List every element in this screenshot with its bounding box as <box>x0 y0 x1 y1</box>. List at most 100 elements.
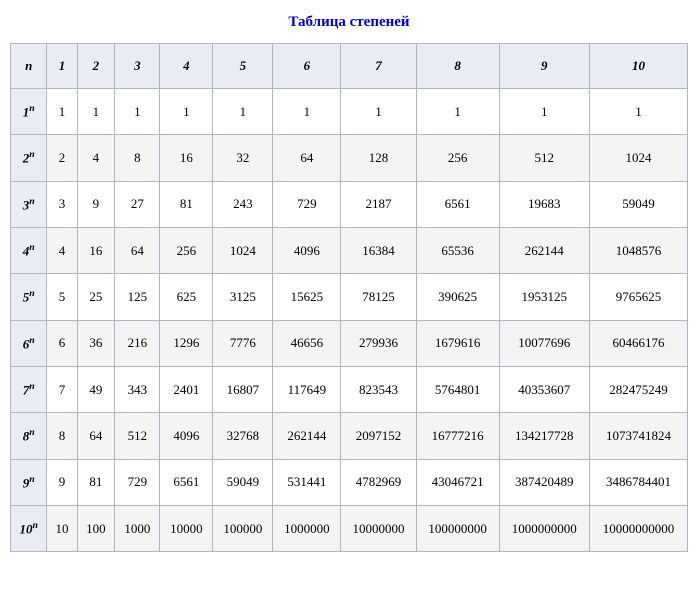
cell-value: 1024 <box>589 135 687 181</box>
cell-value: 4 <box>77 135 115 181</box>
row-exponent: n <box>29 103 34 114</box>
cell-value: 64 <box>273 135 341 181</box>
cell-value: 1073741824 <box>589 413 687 459</box>
cell-value: 216 <box>115 320 160 366</box>
header-col: 9 <box>499 44 589 89</box>
cell-value: 3486784401 <box>589 459 687 505</box>
powers-table: n 1 2 3 4 5 6 7 8 9 10 1n11111111112n248… <box>10 43 688 552</box>
cell-value: 279936 <box>341 320 416 366</box>
cell-value: 6561 <box>160 459 213 505</box>
cell-value: 1 <box>47 89 77 135</box>
cell-value: 262144 <box>499 227 589 273</box>
cell-value: 3 <box>47 181 77 227</box>
page-title: Таблица степеней <box>10 14 688 31</box>
row-header: 1n <box>11 89 47 135</box>
cell-value: 43046721 <box>416 459 499 505</box>
row-header: 7n <box>11 366 47 412</box>
cell-value: 32768 <box>213 413 273 459</box>
cell-value: 1000000 <box>273 505 341 551</box>
cell-value: 1 <box>589 89 687 135</box>
cell-value: 1 <box>416 89 499 135</box>
cell-value: 60466176 <box>589 320 687 366</box>
cell-value: 7 <box>47 366 77 412</box>
row-exponent: n <box>29 427 34 438</box>
cell-value: 4096 <box>273 227 341 273</box>
cell-value: 1 <box>77 89 115 135</box>
cell-value: 1296 <box>160 320 213 366</box>
row-exponent: n <box>29 335 34 346</box>
cell-value: 1679616 <box>416 320 499 366</box>
cell-value: 4 <box>47 227 77 273</box>
cell-value: 46656 <box>273 320 341 366</box>
cell-value: 1 <box>273 89 341 135</box>
cell-value: 100000 <box>213 505 273 551</box>
table-row: 10n1010010001000010000010000001000000010… <box>11 505 688 551</box>
cell-value: 625 <box>160 274 213 320</box>
row-exponent: n <box>29 242 34 253</box>
cell-value: 10000000000 <box>589 505 687 551</box>
row-exponent: n <box>33 520 38 531</box>
cell-value: 2187 <box>341 181 416 227</box>
cell-value: 64 <box>115 227 160 273</box>
cell-value: 25 <box>77 274 115 320</box>
table-row: 7n74934324011680711764982354357648014035… <box>11 366 688 412</box>
cell-value: 1 <box>160 89 213 135</box>
header-col: 10 <box>589 44 687 89</box>
cell-value: 512 <box>115 413 160 459</box>
cell-value: 100000000 <box>416 505 499 551</box>
row-header: 10n <box>11 505 47 551</box>
cell-value: 65536 <box>416 227 499 273</box>
cell-value: 4096 <box>160 413 213 459</box>
cell-value: 81 <box>160 181 213 227</box>
cell-value: 531441 <box>273 459 341 505</box>
cell-value: 125 <box>115 274 160 320</box>
table-row: 5n52512562531251562578125390625195312597… <box>11 274 688 320</box>
cell-value: 9765625 <box>589 274 687 320</box>
cell-value: 32 <box>213 135 273 181</box>
cell-value: 1 <box>213 89 273 135</box>
row-header: 6n <box>11 320 47 366</box>
cell-value: 64 <box>77 413 115 459</box>
row-exponent: n <box>29 381 34 392</box>
cell-value: 7776 <box>213 320 273 366</box>
cell-value: 36 <box>77 320 115 366</box>
cell-value: 59049 <box>213 459 273 505</box>
cell-value: 81 <box>77 459 115 505</box>
cell-value: 1048576 <box>589 227 687 273</box>
table-row: 4n41664256102440961638465536262144104857… <box>11 227 688 273</box>
cell-value: 2401 <box>160 366 213 412</box>
cell-value: 390625 <box>416 274 499 320</box>
cell-value: 10000 <box>160 505 213 551</box>
header-row: n 1 2 3 4 5 6 7 8 9 10 <box>11 44 688 89</box>
cell-value: 2 <box>47 135 77 181</box>
cell-value: 1 <box>341 89 416 135</box>
cell-value: 10077696 <box>499 320 589 366</box>
row-header: 4n <box>11 227 47 273</box>
row-exponent: n <box>29 149 34 160</box>
header-col: 6 <box>273 44 341 89</box>
row-header: 9n <box>11 459 47 505</box>
cell-value: 9 <box>47 459 77 505</box>
cell-value: 8 <box>115 135 160 181</box>
header-col: 4 <box>160 44 213 89</box>
cell-value: 512 <box>499 135 589 181</box>
cell-value: 16384 <box>341 227 416 273</box>
cell-value: 823543 <box>341 366 416 412</box>
cell-value: 243 <box>213 181 273 227</box>
header-col: 1 <box>47 44 77 89</box>
row-header: 5n <box>11 274 47 320</box>
row-exponent: n <box>29 196 34 207</box>
table-row: 1n1111111111 <box>11 89 688 135</box>
cell-value: 134217728 <box>499 413 589 459</box>
cell-value: 8 <box>47 413 77 459</box>
cell-value: 49 <box>77 366 115 412</box>
cell-value: 6561 <box>416 181 499 227</box>
cell-value: 15625 <box>273 274 341 320</box>
cell-value: 16777216 <box>416 413 499 459</box>
cell-value: 1953125 <box>499 274 589 320</box>
cell-value: 16 <box>77 227 115 273</box>
cell-value: 117649 <box>273 366 341 412</box>
cell-value: 256 <box>160 227 213 273</box>
table-row: 3n392781243729218765611968359049 <box>11 181 688 227</box>
cell-value: 59049 <box>589 181 687 227</box>
